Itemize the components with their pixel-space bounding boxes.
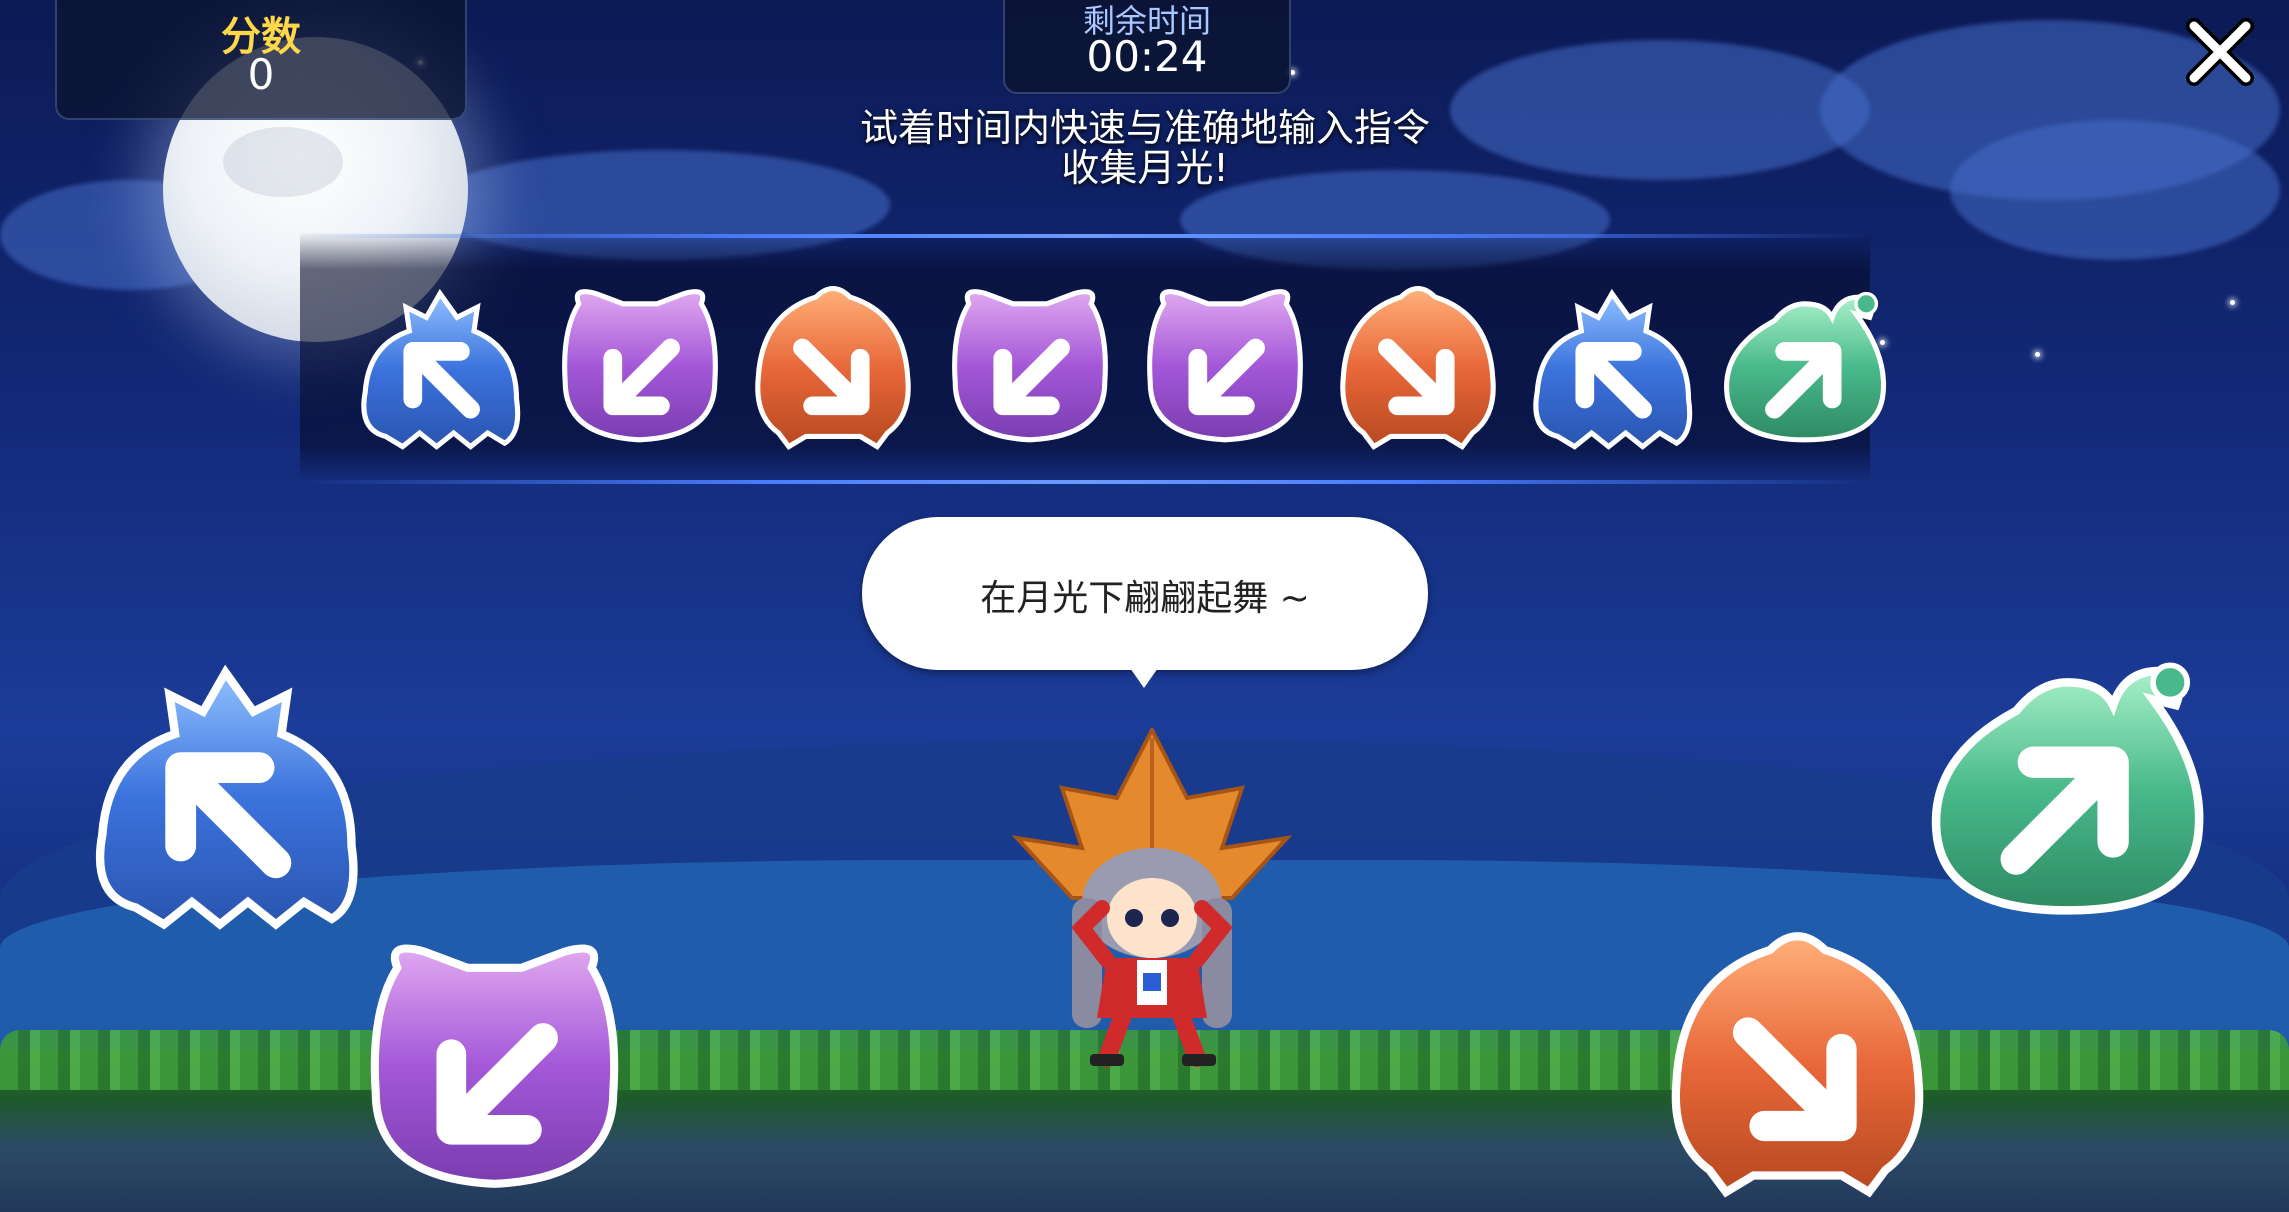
instruction-line-2: 收集月光! [1061,146,1229,190]
instructions: 试着时间内快速与准确地输入指令 收集月光! [780,108,1510,188]
control-button-down-left[interactable] [352,930,637,1200]
score-panel: 分数 0 [55,0,467,120]
timer-panel: 剩余时间 00:24 [1003,0,1291,94]
instruction-line-1: 试着时间内快速与准确地输入指令 [859,106,1430,150]
control-button-down-right[interactable] [1660,915,1935,1205]
command-bar-top-line [300,234,1870,238]
command-key-down-left [945,280,1115,450]
command-key-down-right [1333,280,1503,450]
command-key-up-left [1527,280,1697,450]
control-button-up-left[interactable] [78,650,373,930]
dancer-character [1011,725,1293,1068]
command-key-up-right [1720,280,1890,450]
command-key-down-right [748,280,918,450]
command-bar-bottom-line [300,480,1870,484]
score-value: 0 [247,50,275,99]
star [2230,300,2235,305]
speech-bubble: 在月光下翩翩起舞 ~ [862,517,1428,688]
close-button[interactable] [2180,12,2260,92]
command-key-down-left [1140,280,1310,450]
timer-value: 00:24 [1086,32,1208,81]
command-key-down-left [555,280,725,450]
star [2035,352,2040,357]
speech-bubble-text: 在月光下翩翩起舞 ~ [980,578,1310,619]
control-button-up-right[interactable] [1925,640,2210,930]
close-icon [2186,18,2254,86]
cloud [1450,40,1870,180]
command-key-up-left [355,280,525,450]
cloud [1950,120,2280,260]
